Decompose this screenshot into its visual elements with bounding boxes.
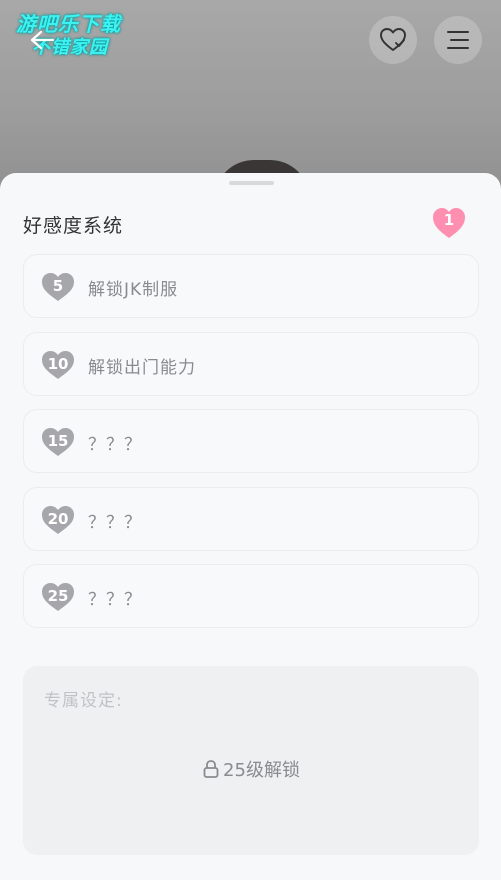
locked-heart: 10: [40, 349, 76, 381]
reward-level: 5: [52, 277, 64, 295]
reward-label: 解锁出门能力: [88, 358, 196, 378]
reward-level: 15: [47, 432, 69, 450]
reward-item: 5 解锁JK制服: [23, 254, 479, 318]
locked-heart: 25: [40, 581, 76, 613]
reward-item: 15 ？？？: [23, 409, 479, 473]
reward-label: ？？？: [88, 435, 142, 455]
unlock-requirement-text: 25级解锁: [223, 760, 300, 781]
favorite-button[interactable]: [369, 16, 417, 64]
sheet-title: 好感度系统: [23, 215, 124, 237]
reward-level: 20: [47, 510, 69, 528]
back-arrow-icon: [30, 30, 55, 50]
exclusive-settings-title: 专属设定:: [44, 691, 123, 711]
affection-sheet: 好感度系统 1 5 解锁JK制服 10 解锁出门能力 15 ？？？ 20 ？？？…: [0, 173, 501, 880]
reward-level: 10: [47, 355, 69, 373]
reward-item: 10 解锁出门能力: [23, 332, 479, 396]
reward-level: 25: [47, 587, 69, 605]
reward-item: 25 ？？？: [23, 564, 479, 628]
back-button[interactable]: [22, 20, 62, 60]
locked-heart: 15: [40, 426, 76, 458]
drag-handle[interactable]: [229, 181, 274, 185]
reward-item: 20 ？？？: [23, 487, 479, 551]
locked-heart: 20: [40, 504, 76, 536]
current-level-value: 1: [443, 211, 455, 229]
reward-label: ？？？: [88, 513, 142, 533]
unlock-requirement: 25级解锁: [23, 756, 479, 782]
locked-heart: 5: [40, 271, 76, 303]
menu-button[interactable]: [434, 16, 482, 64]
menu-icon: [447, 31, 469, 49]
reward-label: 解锁JK制服: [88, 280, 179, 300]
lock-icon: [203, 760, 219, 778]
current-level-badge: 1: [431, 206, 467, 240]
heart-favorite-icon: [380, 28, 406, 51]
reward-label: ？？？: [88, 590, 142, 610]
exclusive-settings-panel: 专属设定: 25级解锁: [23, 666, 479, 855]
